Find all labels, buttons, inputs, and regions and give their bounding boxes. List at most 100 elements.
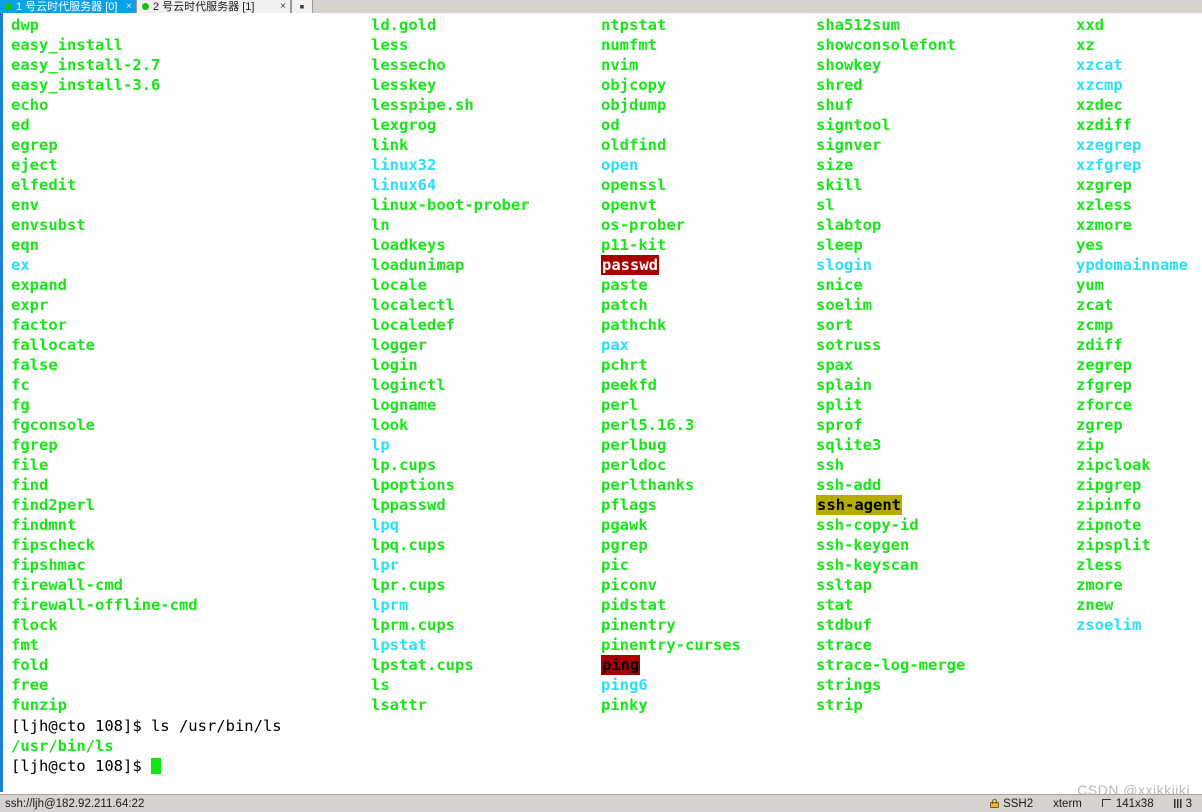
file-entry-name: zipsplit — [1076, 536, 1151, 554]
tab-status-dot-icon — [142, 3, 149, 10]
file-entry: ssh-copy-id — [816, 515, 1066, 535]
file-entry: zipcloak — [1076, 455, 1202, 475]
file-entry-name: lpstat — [371, 636, 427, 654]
file-entry-name: objdump — [601, 96, 667, 114]
signal-bars-icon — [1173, 799, 1182, 808]
file-entry-name: easy_install — [11, 36, 123, 54]
file-entry: lpr — [371, 555, 593, 575]
file-entry: patch — [601, 295, 809, 315]
status-termtype: xterm — [1053, 797, 1082, 810]
file-entry-name: zip — [1076, 436, 1104, 454]
tab-close-icon[interactable]: × — [276, 1, 286, 12]
file-entry-name: pax — [601, 336, 629, 354]
file-entry: oldfind — [601, 135, 809, 155]
file-entry-name: perl — [601, 396, 639, 414]
shell-prompt-area: [ljh@cto 108]$ ls /usr/bin/ls/usr/bin/ls… — [11, 716, 1111, 776]
file-entry: eqn — [11, 235, 361, 255]
file-entry-name: skill — [816, 176, 863, 194]
file-entry-name: open — [601, 156, 639, 174]
file-entry-name: ping — [601, 655, 641, 675]
file-entry-name: lsattr — [371, 696, 427, 714]
file-entry-name: xzdec — [1076, 96, 1123, 114]
file-entry: fallocate — [11, 335, 361, 355]
file-entry: shuf — [816, 95, 1066, 115]
file-entry-name: pgawk — [601, 516, 648, 534]
file-entry-name: sotruss — [816, 336, 882, 354]
file-entry-name: xzless — [1076, 196, 1132, 214]
prompt-line-2: [ljh@cto 108]$ — [11, 756, 1111, 776]
ls-output-columns: dwp easy_install easy_install-2.7 easy_inst… — [3, 13, 1202, 792]
file-entry: xz — [1076, 35, 1202, 55]
status-trailing-cell: 3 — [1164, 798, 1202, 810]
file-entry-name: xz — [1076, 36, 1095, 54]
tab-1[interactable]: 2 号云时代服务器 [1] × — [136, 0, 291, 13]
file-entry: perlbug — [601, 435, 809, 455]
file-entry-name: find2perl — [11, 496, 95, 514]
file-entry: localedef — [371, 315, 593, 335]
file-entry-name: fipscheck — [11, 536, 95, 554]
file-entry-name: zdiff — [1076, 336, 1123, 354]
file-entry-name: sleep — [816, 236, 863, 254]
file-entry-name: peekfd — [601, 376, 657, 394]
file-entry: zegrep — [1076, 355, 1202, 375]
file-entry: dwp — [11, 15, 361, 35]
output-column-0: dwp easy_install easy_install-2.7 easy_inst… — [11, 15, 361, 715]
file-entry-name: perl5.16.3 — [601, 416, 695, 434]
file-entry-name: showkey — [816, 56, 882, 74]
terminal-screen[interactable]: dwp easy_install easy_install-2.7 easy_inst… — [0, 13, 1202, 792]
file-entry-name: strace-log-merge — [816, 656, 966, 674]
tab-close-icon[interactable]: × — [122, 1, 132, 12]
new-tab-button[interactable]: ▪ — [291, 0, 313, 13]
file-entry: zless — [1076, 555, 1202, 575]
tab-0[interactable]: 1 号云时代服务器 [0] × — [0, 0, 136, 13]
file-entry-name: numfmt — [601, 36, 657, 54]
file-entry-name: perlthanks — [601, 476, 695, 494]
file-entry: sha512sum — [816, 15, 1066, 35]
file-entry: fipscheck — [11, 535, 361, 555]
file-entry-name: zipnote — [1076, 516, 1142, 534]
prompt-line-1: /usr/bin/ls — [11, 736, 1111, 756]
file-entry-name: lpq.cups — [371, 536, 446, 554]
file-entry: sqlite3 — [816, 435, 1066, 455]
file-entry: perl5.16.3 — [601, 415, 809, 435]
file-entry-name: perldoc — [601, 456, 667, 474]
file-entry: pinentry-curses — [601, 635, 809, 655]
file-entry: loadkeys — [371, 235, 593, 255]
file-entry: p11-kit — [601, 235, 809, 255]
file-entry: find2perl — [11, 495, 361, 515]
file-entry-name: lpr.cups — [371, 576, 446, 594]
file-entry: zforce — [1076, 395, 1202, 415]
file-entry-name: zgrep — [1076, 416, 1123, 434]
file-entry: size — [816, 155, 1066, 175]
file-entry-name: sha512sum — [816, 16, 900, 34]
file-entry-name: zmore — [1076, 576, 1123, 594]
file-entry: lprm — [371, 595, 593, 615]
file-entry: lesskey — [371, 75, 593, 95]
file-entry: showconsolefont — [816, 35, 1066, 55]
prompt-line-0: [ljh@cto 108]$ ls /usr/bin/ls — [11, 716, 1111, 736]
file-entry: sleep — [816, 235, 1066, 255]
file-entry: zcat — [1076, 295, 1202, 315]
file-entry: xzegrep — [1076, 135, 1202, 155]
file-entry-name: egrep — [11, 136, 58, 154]
text-cursor[interactable] — [150, 758, 161, 774]
file-entry-name: zipgrep — [1076, 476, 1142, 494]
file-entry: factor — [11, 315, 361, 335]
file-entry-name: zsoelim — [1076, 616, 1142, 634]
file-entry: perl — [601, 395, 809, 415]
file-entry-name: expand — [11, 276, 67, 294]
file-entry: zfgrep — [1076, 375, 1202, 395]
file-entry: lessecho — [371, 55, 593, 75]
file-entry-name: yes — [1076, 236, 1104, 254]
file-entry: paste — [601, 275, 809, 295]
output-column-2: ntpstat numfmt nvim objcopy objdump od oldfind… — [601, 15, 809, 715]
file-entry: fipshmac — [11, 555, 361, 575]
file-entry-name: zcmp — [1076, 316, 1114, 334]
file-entry-name: fc — [11, 376, 30, 394]
file-entry: echo — [11, 95, 361, 115]
file-entry: ypdomainname — [1076, 255, 1202, 275]
file-entry-name: xzcat — [1076, 56, 1123, 74]
file-entry: linux32 — [371, 155, 593, 175]
file-entry: soelim — [816, 295, 1066, 315]
file-entry: perlthanks — [601, 475, 809, 495]
